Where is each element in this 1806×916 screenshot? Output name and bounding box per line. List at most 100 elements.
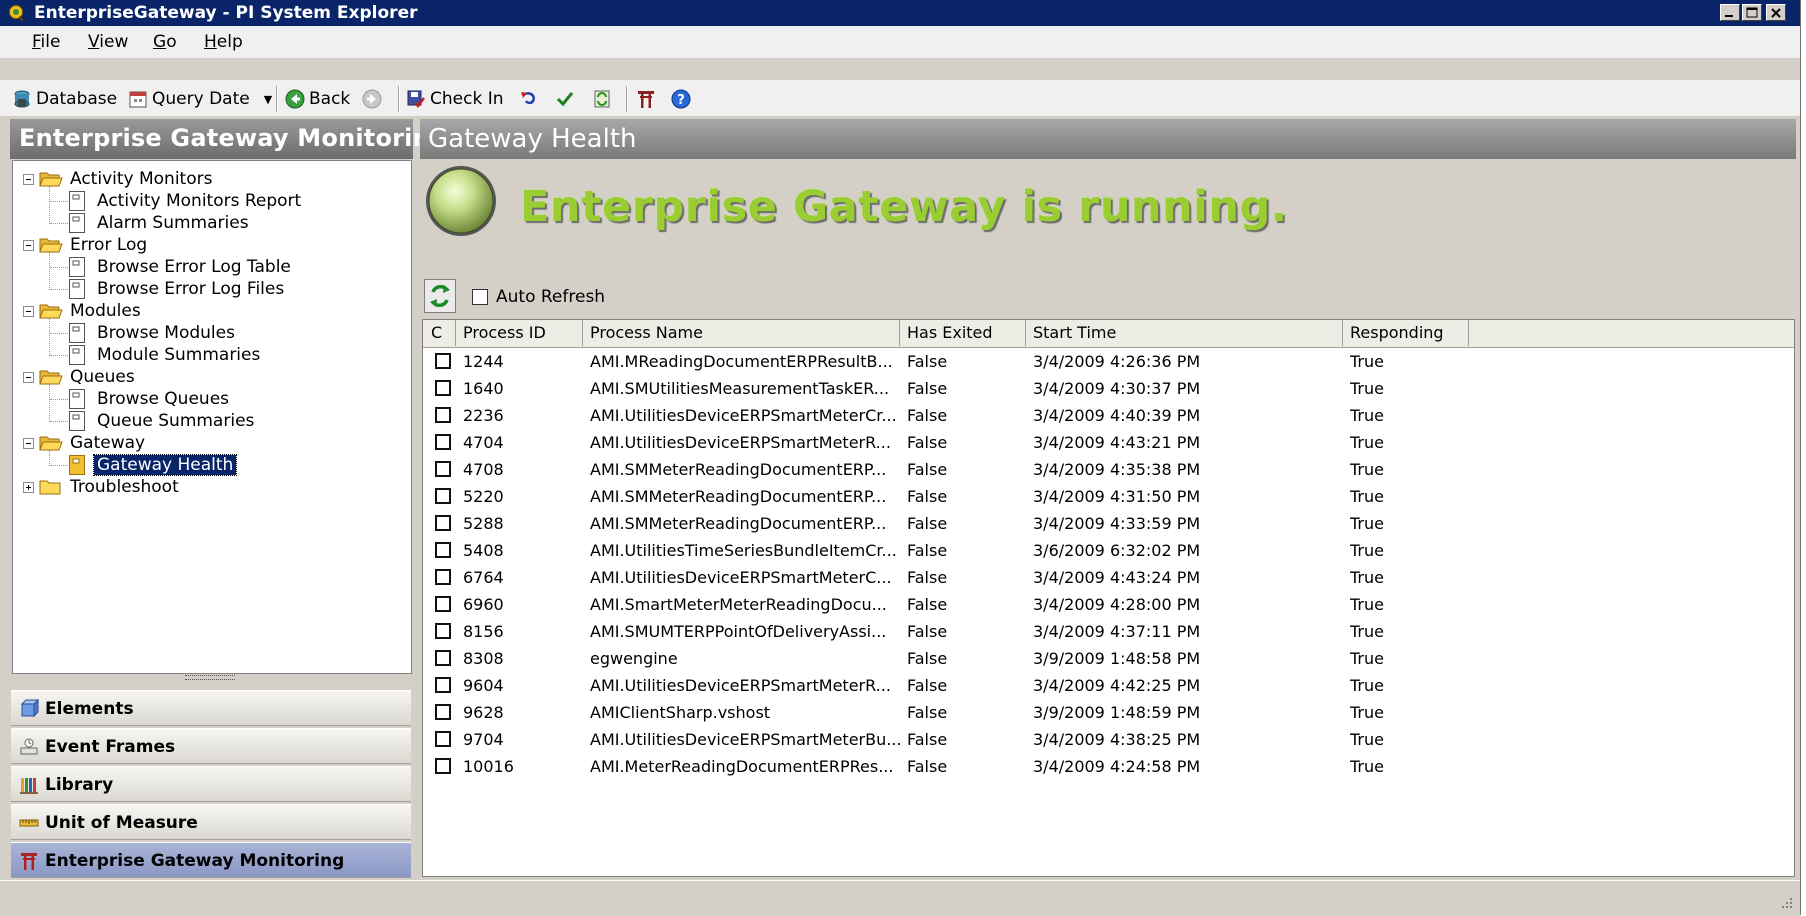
row-checkbox[interactable] bbox=[435, 731, 451, 747]
refresh-button[interactable] bbox=[424, 279, 456, 313]
row-checkbox[interactable] bbox=[435, 650, 451, 666]
table-row[interactable]: 2236 AMI.UtilitiesDeviceERPSmartMeterCr..… bbox=[423, 402, 1794, 429]
table-row[interactable]: 8156 AMI.SMUMTERPPointOfDeliveryAssi... Fa… bbox=[423, 618, 1794, 645]
tree-item-gateway[interactable]: Gateway bbox=[67, 432, 148, 454]
help-toolbar-button[interactable]: ? bbox=[671, 87, 695, 111]
title-bar[interactable]: EnterpriseGateway - PI System Explorer bbox=[0, 0, 1800, 26]
nav-button-event-frames[interactable]: Event Frames bbox=[11, 728, 411, 764]
tree-item-activity-monitors[interactable]: Activity Monitors bbox=[67, 168, 215, 190]
tree-item-activity-monitors-report[interactable]: Activity Monitors Report bbox=[94, 190, 304, 212]
tree-item-browse-modules[interactable]: Browse Modules bbox=[94, 322, 238, 344]
menu-help[interactable]: Help bbox=[204, 32, 243, 52]
process-name-cell: AMI.UtilitiesDeviceERPSmartMeterBu... bbox=[590, 730, 902, 749]
tree-item-alarm-summaries[interactable]: Alarm Summaries bbox=[94, 212, 252, 234]
database-button[interactable]: Database bbox=[12, 87, 117, 111]
back-button[interactable]: Back bbox=[285, 87, 350, 111]
tree-item-queues[interactable]: Queues bbox=[67, 366, 138, 388]
responding-cell: True bbox=[1350, 703, 1384, 722]
expander-troubleshoot[interactable] bbox=[23, 482, 34, 493]
responding-cell: True bbox=[1350, 514, 1384, 533]
query-date-button[interactable]: Query Date ▼ bbox=[128, 87, 272, 111]
refresh-toolbar-button[interactable] bbox=[592, 87, 616, 111]
tree-item-gateway-health[interactable]: Gateway Health bbox=[92, 454, 238, 476]
table-row[interactable]: 5288 AMI.SMMeterReadingDocumentERP... Fals… bbox=[423, 510, 1794, 537]
table-row[interactable]: 6960 AMI.SmartMeterMeterReadingDocu... Fal… bbox=[423, 591, 1794, 618]
row-checkbox[interactable] bbox=[435, 434, 451, 450]
check-button[interactable] bbox=[555, 87, 579, 111]
column-header-responding[interactable]: Responding bbox=[1343, 320, 1469, 346]
forward-button[interactable] bbox=[362, 87, 386, 111]
row-checkbox[interactable] bbox=[435, 569, 451, 585]
expander-queues[interactable] bbox=[23, 372, 34, 383]
row-checkbox[interactable] bbox=[435, 461, 451, 477]
table-row[interactable]: 9604 AMI.UtilitiesDeviceERPSmartMeterR...… bbox=[423, 672, 1794, 699]
responding-cell: True bbox=[1350, 622, 1384, 641]
refresh-arrows-icon bbox=[430, 285, 450, 307]
row-checkbox[interactable] bbox=[435, 353, 451, 369]
tree-item-error-log[interactable]: Error Log bbox=[67, 234, 150, 256]
row-checkbox[interactable] bbox=[435, 596, 451, 612]
nav-button-unit-of-measure[interactable]: Unit of Measure bbox=[11, 804, 411, 840]
column-header-has-exited[interactable]: Has Exited bbox=[900, 320, 1026, 346]
column-header-process-name[interactable]: Process Name bbox=[583, 320, 900, 346]
expander-activity-monitors[interactable] bbox=[23, 174, 34, 185]
menu-go[interactable]: Go bbox=[153, 32, 177, 52]
close-button[interactable] bbox=[1766, 4, 1786, 21]
refresh-icon bbox=[594, 90, 610, 108]
expander-modules[interactable] bbox=[23, 306, 34, 317]
row-checkbox[interactable] bbox=[435, 380, 451, 396]
row-checkbox[interactable] bbox=[435, 515, 451, 531]
table-row[interactable]: 1640 AMI.SMUtilitiesMeasurementTaskER... F… bbox=[423, 375, 1794, 402]
maximize-button[interactable] bbox=[1742, 4, 1762, 21]
table-row[interactable]: 9704 AMI.UtilitiesDeviceERPSmartMeterBu..… bbox=[423, 726, 1794, 753]
tree-item-browse-error-log-files[interactable]: Browse Error Log Files bbox=[94, 278, 287, 300]
table-row[interactable]: 5408 AMI.UtilitiesTimeSeriesBundleItemCr.… bbox=[423, 537, 1794, 564]
row-checkbox[interactable] bbox=[435, 488, 451, 504]
menu-view[interactable]: View bbox=[88, 32, 128, 52]
row-checkbox[interactable] bbox=[435, 407, 451, 423]
splitter-grip[interactable] bbox=[185, 675, 235, 680]
tree-item-queue-summaries[interactable]: Queue Summaries bbox=[94, 410, 257, 432]
dropdown-arrow-icon[interactable]: ▼ bbox=[264, 93, 272, 106]
table-row[interactable]: 1244 AMI.MReadingDocumentERPResultB... Fal… bbox=[423, 348, 1794, 375]
resize-grip-icon[interactable] bbox=[1778, 894, 1794, 910]
tree-item-browse-queues[interactable]: Browse Queues bbox=[94, 388, 232, 410]
table-row[interactable]: 5220 AMI.SMMeterReadingDocumentERP... Fals… bbox=[423, 483, 1794, 510]
column-header-process-id[interactable]: Process ID bbox=[456, 320, 583, 346]
table-row[interactable]: 6764 AMI.UtilitiesDeviceERPSmartMeterC...… bbox=[423, 564, 1794, 591]
tree-item-label: Module Summaries bbox=[97, 345, 261, 365]
table-row[interactable]: 9628 AMIClientSharp.vshost False 3/9/2009 1… bbox=[423, 699, 1794, 726]
minimize-button[interactable] bbox=[1720, 4, 1740, 21]
toolbar-separator bbox=[626, 86, 628, 112]
row-checkbox[interactable] bbox=[435, 623, 451, 639]
expander-gateway[interactable] bbox=[23, 438, 34, 449]
tree-item-troubleshoot[interactable]: Troubleshoot bbox=[67, 476, 182, 498]
tree-item-modules[interactable]: Modules bbox=[67, 300, 144, 322]
undo-check-out-button[interactable] bbox=[519, 87, 543, 111]
tree-item-module-summaries[interactable]: Module Summaries bbox=[94, 344, 263, 366]
tree-view[interactable]: Activity Monitors Activity Monitors Repor… bbox=[12, 160, 412, 674]
column-header-start-time[interactable]: Start Time bbox=[1026, 320, 1343, 346]
row-checkbox[interactable] bbox=[435, 677, 451, 693]
process-grid[interactable]: C Process ID Process Name Has Exited Sta… bbox=[422, 319, 1795, 877]
expander-error-log[interactable] bbox=[23, 240, 34, 251]
row-checkbox[interactable] bbox=[435, 704, 451, 720]
row-checkbox[interactable] bbox=[435, 758, 451, 774]
nav-button-library[interactable]: Library bbox=[11, 766, 411, 802]
gateway-toolbar-button[interactable] bbox=[636, 87, 660, 111]
nav-button-enterprise-gateway-monitoring[interactable]: Enterprise Gateway Monitoring bbox=[11, 842, 411, 878]
menu-file[interactable]: File bbox=[32, 32, 60, 52]
tree-item-browse-error-log-table[interactable]: Browse Error Log Table bbox=[94, 256, 294, 278]
column-header-c[interactable]: C bbox=[423, 320, 456, 346]
nav-button-label: Enterprise Gateway Monitoring bbox=[45, 851, 345, 871]
process-name-cell: AMI.MeterReadingDocumentERPRes... bbox=[590, 757, 894, 776]
table-row[interactable]: 10016 AMI.MeterReadingDocumentERPRes... Fa… bbox=[423, 753, 1794, 780]
table-row[interactable]: 4708 AMI.SMMeterReadingDocumentERP... Fals… bbox=[423, 456, 1794, 483]
check-in-button[interactable]: Check In bbox=[406, 87, 504, 111]
nav-button-elements[interactable]: Elements bbox=[11, 690, 411, 726]
table-row[interactable]: 8308 egwengine False 3/9/2009 1:48:58 PM Tru… bbox=[423, 645, 1794, 672]
database-icon bbox=[14, 90, 30, 108]
table-row[interactable]: 4704 AMI.UtilitiesDeviceERPSmartMeterR...… bbox=[423, 429, 1794, 456]
auto-refresh-checkbox[interactable] bbox=[472, 289, 488, 305]
row-checkbox[interactable] bbox=[435, 542, 451, 558]
